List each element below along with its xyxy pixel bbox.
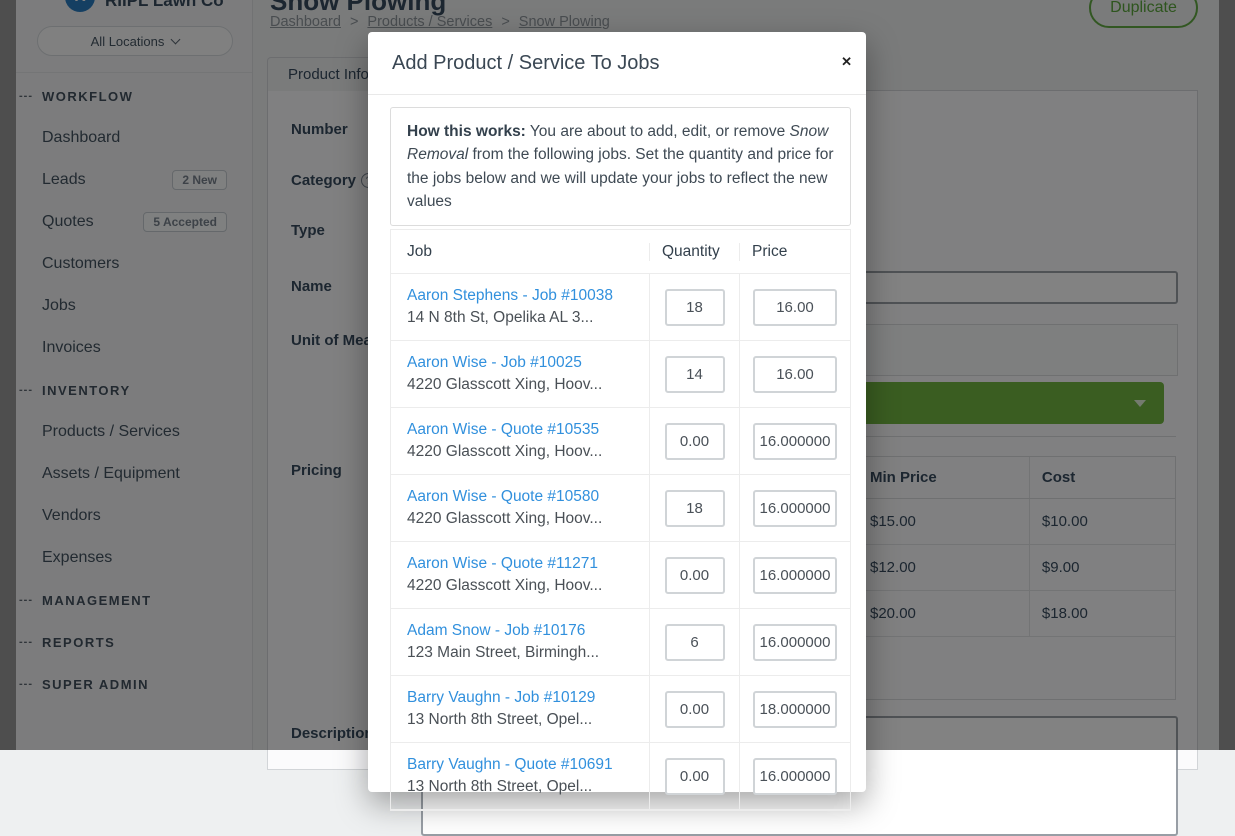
close-icon[interactable]: ✕ [841,54,852,70]
left-edge-rail [0,0,16,750]
quantity-input[interactable] [665,289,725,326]
quantity-input[interactable] [665,490,725,527]
job-link[interactable]: Barry Vaughn - Job #10129 [407,689,649,707]
job-row: Aaron Wise - Quote #11271 4220 Glasscott… [391,542,850,609]
price-input[interactable] [753,557,837,594]
job-row: Adam Snow - Job #10176 123 Main Street, … [391,609,850,676]
quantity-input[interactable] [665,691,725,728]
job-address: 13 North 8th Street, Opel... [407,711,649,729]
job-link[interactable]: Aaron Wise - Job #10025 [407,354,649,372]
price-input[interactable] [753,289,837,326]
price-input[interactable] [753,423,837,460]
modal-body: How this works: You are about to add, ed… [368,95,866,811]
job-address: 123 Main Street, Birmingh... [407,644,649,662]
job-link[interactable]: Aaron Wise - Quote #10580 [407,488,649,506]
job-link[interactable]: Adam Snow - Job #10176 [407,622,649,640]
job-address: 4220 Glasscott Xing, Hoov... [407,376,649,394]
job-row: Aaron Stephens - Job #10038 14 N 8th St,… [391,274,850,341]
quantity-column-header: Quantity [649,243,739,261]
modal-header: Add Product / Service To Jobs ✕ [368,32,866,95]
job-address: 4220 Glasscott Xing, Hoov... [407,510,649,528]
quantity-input[interactable] [665,356,725,393]
job-link[interactable]: Aaron Wise - Quote #10535 [407,421,649,439]
info-bold-text: How this works: [407,123,526,140]
job-link[interactable]: Aaron Wise - Quote #11271 [407,555,649,573]
job-row: Aaron Wise - Quote #10535 4220 Glasscott… [391,408,850,475]
quantity-input[interactable] [665,423,725,460]
jobs-table-header: Job Quantity Price [391,230,850,274]
price-column-header: Price [739,243,850,261]
price-input[interactable] [753,356,837,393]
job-row: Aaron Wise - Quote #10580 4220 Glasscott… [391,475,850,542]
job-address: 4220 Glasscott Xing, Hoov... [407,443,649,461]
price-input[interactable] [753,691,837,728]
how-this-works-info: How this works: You are about to add, ed… [390,107,851,226]
add-product-service-modal: Add Product / Service To Jobs ✕ How this… [368,32,866,792]
info-text-2: from the following jobs. Set the quantit… [407,146,833,210]
job-link[interactable]: Aaron Stephens - Job #10038 [407,287,649,305]
modal-title: Add Product / Service To Jobs [392,52,660,75]
page-scrollbar[interactable] [1219,0,1235,750]
job-address: 4220 Glasscott Xing, Hoov... [407,577,649,595]
job-row: Barry Vaughn - Job #10129 13 North 8th S… [391,676,850,743]
price-input[interactable] [753,490,837,527]
jobs-table: Job Quantity Price Aaron Stephens - Job … [390,229,851,811]
quantity-input[interactable] [665,557,725,594]
price-input[interactable] [753,624,837,661]
quantity-input[interactable] [665,624,725,661]
job-column-header: Job [391,243,649,261]
job-address: 14 N 8th St, Opelika AL 3... [407,309,649,327]
job-row: Aaron Wise - Job #10025 4220 Glasscott X… [391,341,850,408]
info-text-1: You are about to add, edit, or remove [526,123,790,140]
